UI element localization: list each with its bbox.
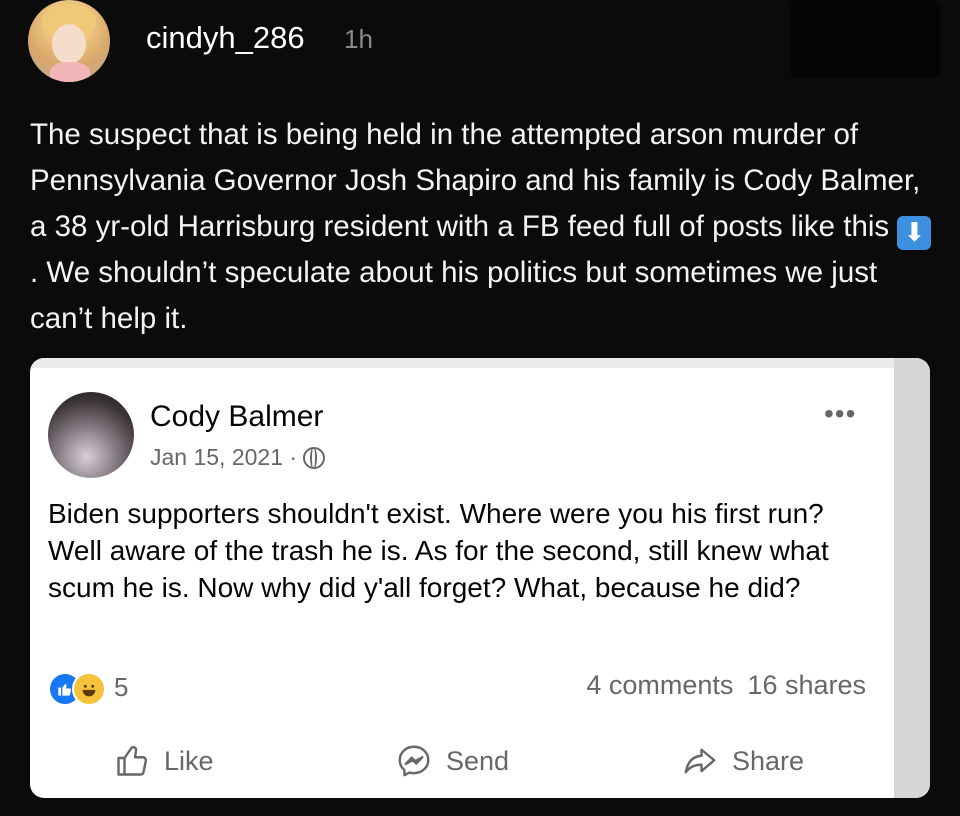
send-label: Send xyxy=(446,745,510,776)
more-options-icon[interactable]: ••• xyxy=(824,398,856,430)
post-time: 1h xyxy=(344,24,373,54)
author-avatar[interactable] xyxy=(48,392,134,478)
post-caption: The suspect that is being held in the at… xyxy=(30,112,935,342)
comments-count[interactable]: 4 comments xyxy=(586,670,733,700)
author-name[interactable]: Cody Balmer xyxy=(150,400,323,434)
post-date-text: Jan 15, 2021 · xyxy=(150,444,298,470)
share-label: Share xyxy=(732,745,805,776)
engagement-stats: 4 comments 16 shares xyxy=(572,670,866,701)
card-side-strip xyxy=(894,358,930,798)
shares-count[interactable]: 16 shares xyxy=(747,670,866,700)
reaction-count: 5 xyxy=(114,672,129,702)
share-arrow-icon xyxy=(684,748,716,774)
share-button[interactable]: Share xyxy=(682,736,804,786)
globe-icon xyxy=(303,447,326,469)
username[interactable]: cindyh_286 xyxy=(146,20,305,56)
action-bar: Like Send Share xyxy=(30,736,894,786)
down-arrow-icon: ⬇ xyxy=(897,216,932,250)
caption-text-1: The suspect that is being held in the at… xyxy=(30,118,921,243)
messenger-icon xyxy=(398,745,430,777)
user-avatar[interactable] xyxy=(28,0,110,82)
avatar-face xyxy=(52,24,86,64)
post-date: Jan 15, 2021 · xyxy=(150,444,326,471)
embedded-facebook-post: Cody Balmer Jan 15, 2021 · ••• Biden sup… xyxy=(30,358,930,798)
redacted-area xyxy=(790,0,940,78)
card-top-edge xyxy=(30,358,930,368)
caption-text-2: . We shouldn’t speculate about his polit… xyxy=(30,256,878,335)
send-button[interactable]: Send xyxy=(396,736,509,786)
like-button[interactable]: Like xyxy=(114,736,214,786)
haha-reaction-icon xyxy=(72,672,106,706)
like-label: Like xyxy=(164,745,214,776)
thumbs-up-icon xyxy=(117,746,148,776)
avatar-shirt xyxy=(50,62,90,82)
post-text: Biden supporters shouldn't exist. Where … xyxy=(48,498,829,603)
